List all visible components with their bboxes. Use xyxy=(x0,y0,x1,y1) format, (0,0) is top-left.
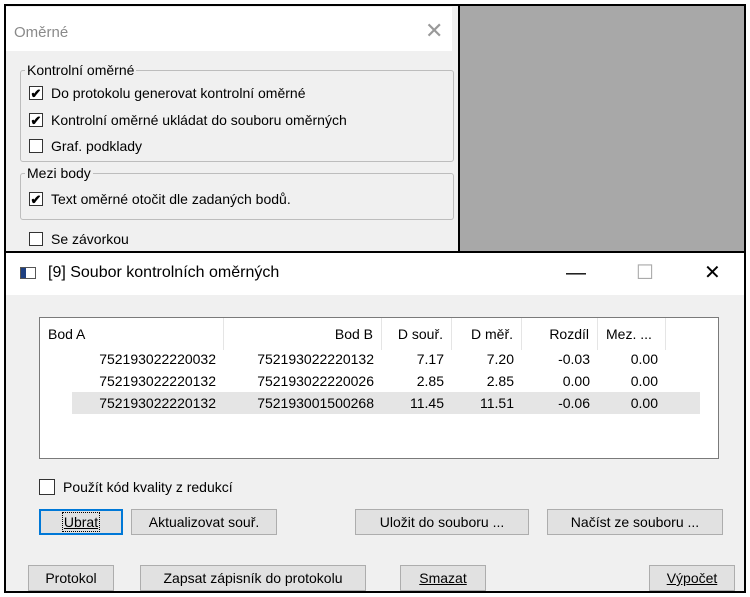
column-header-d-sour[interactable]: D souř. xyxy=(382,318,452,350)
soubor-title-bar: [9] Soubor kontrolních oměrných — ☐ ✕ xyxy=(6,253,744,295)
protokol-button[interactable]: Protokol xyxy=(28,565,114,591)
table-cell: 752193022220032 xyxy=(99,351,216,367)
column-header-bod-a[interactable]: Bod A xyxy=(40,318,224,350)
table-cell: 11.45 xyxy=(410,395,444,411)
ulozit-do-souboru-button[interactable]: Uložit do souboru ... xyxy=(355,509,529,535)
omerne-close-icon[interactable]: ✕ xyxy=(425,20,443,42)
checkbox-text-otocit[interactable]: ✔ Text oměrné otočit dle zadaných bodů. xyxy=(29,190,291,208)
checkbox-generovat-label: Do protokolu generovat kontrolní oměrné xyxy=(51,85,306,101)
checkbox-text-otocit-box[interactable]: ✔ xyxy=(29,192,43,206)
table-cell: 0.00 xyxy=(630,351,658,367)
vypocet-label: Výpočet xyxy=(666,570,718,586)
table-cell: 752193022220132 xyxy=(257,351,374,367)
soubor-dialog: [9] Soubor kontrolních oměrných — ☐ ✕ Bo… xyxy=(4,251,746,593)
smazat-button[interactable]: Smazat xyxy=(400,565,486,591)
column-header-d-mer[interactable]: D měř. xyxy=(452,318,522,350)
table-cell: 2.85 xyxy=(416,373,444,389)
zapsat-zapisnik-button[interactable]: Zapsat zápisník do protokolu xyxy=(140,565,366,591)
checkbox-pouzit-kod-kvality[interactable]: Použít kód kvality z redukcí xyxy=(39,478,233,496)
omerne-title-bar: Oměrné ✕ xyxy=(6,7,452,51)
table-cell: 7.20 xyxy=(486,351,514,367)
soubor-title: [9] Soubor kontrolních oměrných xyxy=(48,264,280,281)
table-cell: -0.03 xyxy=(558,351,590,367)
smazat-label: Smazat xyxy=(419,570,467,586)
checkbox-se-zavorkou[interactable]: Se závorkou xyxy=(29,230,129,248)
background-area xyxy=(460,4,746,256)
maximize-icon[interactable]: ☐ xyxy=(636,259,654,287)
table-cell: 0.00 xyxy=(630,395,658,411)
vypocet-button[interactable]: Výpočet xyxy=(649,565,735,591)
nacist-ze-souboru-button[interactable]: Načíst ze souboru ... xyxy=(547,509,723,535)
table-cell: 7.17 xyxy=(416,351,444,367)
table-cell: 752193022220026 xyxy=(257,373,374,389)
table-cell: 11.51 xyxy=(480,395,514,411)
table-cell: -0.06 xyxy=(558,395,590,411)
checkbox-graf-podklady[interactable]: Graf. podklady xyxy=(29,137,142,155)
omerne-table[interactable]: Bod A Bod B D souř. D měř. Rozdíl Mez. .… xyxy=(39,317,719,459)
checkbox-graf-box[interactable] xyxy=(29,139,43,153)
checkbox-pouzit-kod-label: Použít kód kvality z redukcí xyxy=(63,479,233,495)
group-mezi-body-label: Mezi body xyxy=(25,164,93,182)
checkbox-ukladat-do-souboru[interactable]: ✔ Kontrolní oměrné ukládat do souboru om… xyxy=(29,111,347,129)
column-header-rozdil[interactable]: Rozdíl xyxy=(522,318,598,350)
window-app-icon xyxy=(20,267,36,279)
ubrat-button[interactable]: Ubrat xyxy=(39,509,123,535)
checkbox-graf-label: Graf. podklady xyxy=(51,138,143,154)
column-header-mez[interactable]: Mez. ... xyxy=(598,318,666,350)
close-icon[interactable]: ✕ xyxy=(704,259,721,287)
table-cell: 0.00 xyxy=(562,373,590,389)
checkbox-generovat-box[interactable]: ✔ xyxy=(29,86,43,100)
table-cell: 752193022220132 xyxy=(99,395,216,411)
minimize-icon[interactable]: — xyxy=(566,259,586,287)
ubrat-label: Ubrat xyxy=(61,512,101,532)
table-cell: 752193001500268 xyxy=(257,395,374,411)
table-cell: 2.85 xyxy=(486,373,514,389)
table-cell: 752193022220132 xyxy=(99,373,216,389)
checkbox-se-zavorkou-box[interactable] xyxy=(29,232,43,246)
checkbox-ukladat-box[interactable]: ✔ xyxy=(29,113,43,127)
checkbox-text-otocit-label: Text oměrné otočit dle zadaných bodů. xyxy=(51,191,291,207)
omerne-title: Oměrné xyxy=(14,24,69,41)
checkbox-generovat-kontrolni-omerne[interactable]: ✔ Do protokolu generovat kontrolní oměrn… xyxy=(29,84,305,102)
checkbox-ukladat-label: Kontrolní oměrné ukládat do souboru oměr… xyxy=(51,112,347,128)
aktualizovat-button[interactable]: Aktualizovat souř. xyxy=(131,509,277,535)
group-kontrolni-omerne-label: Kontrolní oměrné xyxy=(25,61,137,79)
table-cell: 0.00 xyxy=(630,373,658,389)
checkbox-pouzit-kod-box[interactable] xyxy=(39,479,55,495)
checkbox-se-zavorkou-label: Se závorkou xyxy=(51,231,129,247)
column-header-bod-b[interactable]: Bod B xyxy=(224,318,382,350)
